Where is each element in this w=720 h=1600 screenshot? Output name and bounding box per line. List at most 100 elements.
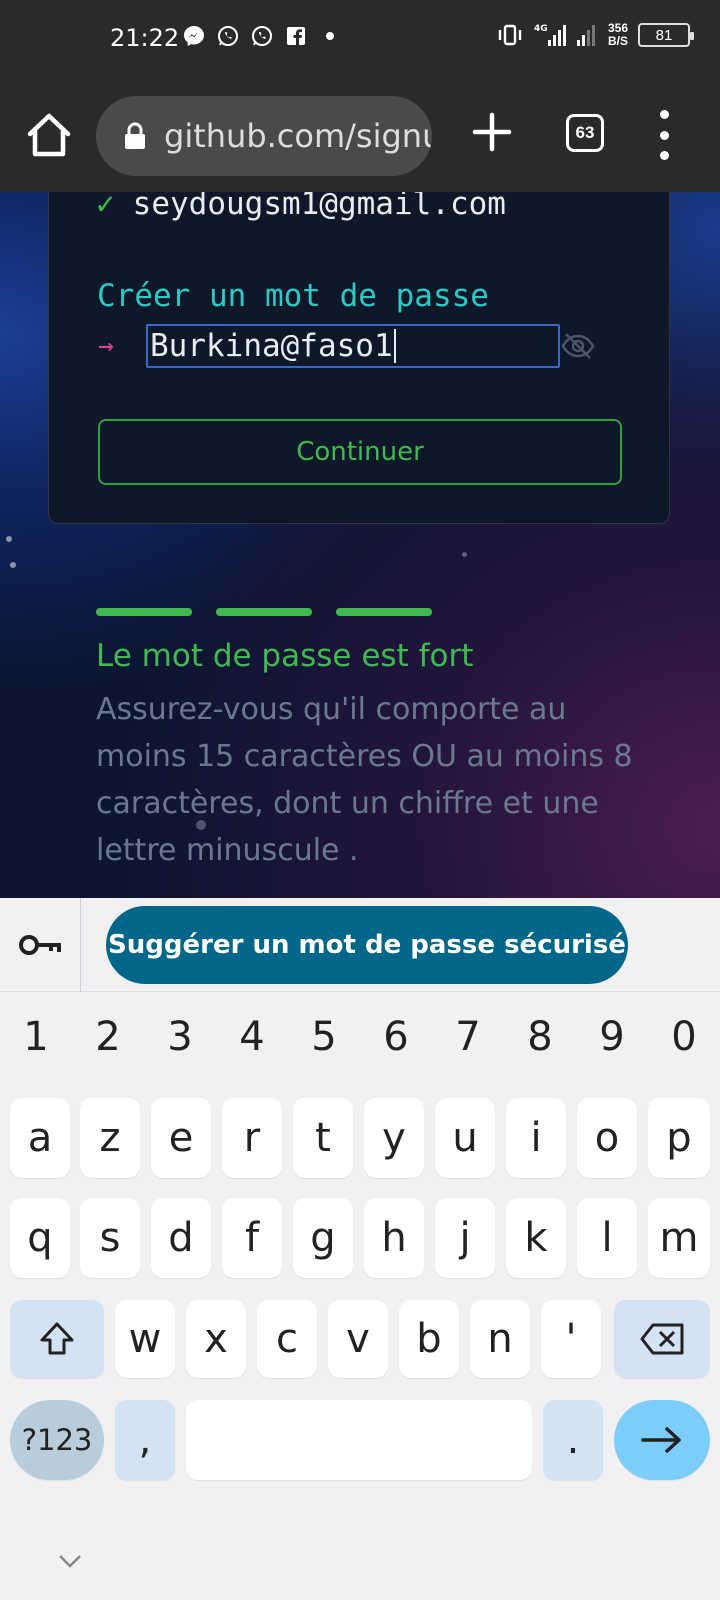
text-caret (393, 329, 396, 363)
email-confirmed: ✓ seydougsm1@gmail.com (96, 192, 506, 222)
key-c[interactable]: c (257, 1300, 317, 1378)
key-v[interactable]: v (328, 1300, 388, 1378)
background-star (6, 536, 12, 542)
key-n[interactable]: n (470, 1300, 530, 1378)
browser-toolbar: github.com/signu 63 (0, 80, 720, 192)
key-e[interactable]: e (151, 1098, 211, 1178)
speed-unit: B/S (607, 34, 628, 48)
strength-bar (216, 608, 312, 616)
key-7[interactable]: 7 (432, 992, 504, 1082)
key-y[interactable]: y (364, 1098, 424, 1178)
key-s[interactable]: s (80, 1198, 140, 1278)
key-t[interactable]: t (293, 1098, 353, 1178)
more-vert-icon[interactable] (650, 110, 678, 160)
key-icon[interactable] (18, 928, 62, 962)
battery-indicator: 81 (638, 23, 694, 47)
key-u[interactable]: u (435, 1098, 495, 1178)
strength-bar (336, 608, 432, 616)
key-j[interactable]: j (435, 1198, 495, 1278)
signal-icon (576, 25, 595, 46)
backspace-key[interactable] (614, 1300, 710, 1378)
key-g[interactable]: g (293, 1198, 353, 1278)
password-label: Créer un mot de passe (97, 278, 489, 314)
key-k[interactable]: k (506, 1198, 566, 1278)
key-p[interactable]: p (648, 1098, 710, 1178)
key-b[interactable]: b (399, 1300, 459, 1378)
strength-title: Le mot de passe est fort (96, 638, 474, 674)
chevron-down-icon[interactable] (56, 1552, 84, 1570)
comma-key[interactable]: , (115, 1400, 175, 1480)
key-a[interactable]: a (10, 1098, 70, 1178)
status-bar: 21:22 4G 356 B/S 81 (0, 0, 720, 80)
whatsapp-business-icon (252, 26, 272, 46)
key-x[interactable]: x (186, 1300, 246, 1378)
vibrate-icon (498, 24, 522, 46)
on-screen-keyboard: 1 2 3 4 5 6 7 8 9 0 a z e r t y u i o p … (0, 992, 720, 1600)
shift-key[interactable] (10, 1300, 104, 1378)
symbols-key[interactable]: ?123 (10, 1400, 104, 1480)
tab-count: 63 (575, 123, 595, 142)
prompt-arrow: → (98, 331, 114, 361)
suggest-password-button[interactable]: Suggérer un mot de passe sécurisé (106, 906, 628, 984)
key-9[interactable]: 9 (576, 992, 648, 1082)
key-5[interactable]: 5 (288, 992, 360, 1082)
password-value: Burkina@faso1 (150, 328, 393, 364)
password-input[interactable]: Burkina@faso1 (146, 324, 560, 368)
number-row: 1 2 3 4 5 6 7 8 9 0 (0, 992, 720, 1082)
key-6[interactable]: 6 (360, 992, 432, 1082)
key-w[interactable]: w (115, 1300, 175, 1378)
check-icon: ✓ (96, 192, 115, 222)
period-key[interactable]: . (543, 1400, 603, 1480)
system-indicators: 4G 356 B/S 81 (496, 22, 694, 48)
background-star (462, 552, 467, 557)
divider (80, 898, 81, 992)
space-key[interactable] (186, 1400, 532, 1480)
clock: 21:22 (110, 24, 180, 52)
key-1[interactable]: 1 (0, 992, 72, 1082)
network-speed: 356 B/S (608, 22, 628, 48)
key-8[interactable]: 8 (504, 992, 576, 1082)
background-star (10, 562, 16, 568)
key-3[interactable]: 3 (144, 992, 216, 1082)
shift-icon (40, 1322, 74, 1355)
eye-off-icon[interactable] (560, 328, 596, 364)
autofill-suggestion-bar: Suggérer un mot de passe sécurisé (0, 898, 720, 992)
key-apostrophe[interactable]: ' (541, 1300, 601, 1378)
key-i[interactable]: i (506, 1098, 566, 1178)
key-q[interactable]: q (10, 1198, 70, 1278)
email-value: seydougsm1@gmail.com (132, 192, 506, 222)
home-icon[interactable] (24, 110, 74, 160)
strength-help-text: Assurez-vous qu'il comporte au moins 15 … (96, 692, 633, 868)
signal-4g-icon: 4G (534, 24, 566, 46)
url-text[interactable]: github.com/signu (164, 117, 432, 155)
arrow-right-icon (641, 1427, 681, 1453)
facebook-icon (287, 27, 305, 45)
network-label: 4G (534, 24, 548, 34)
continue-button[interactable]: Continuer (98, 419, 622, 485)
address-bar[interactable]: github.com/signu (96, 96, 432, 176)
new-tab-icon[interactable] (472, 112, 512, 152)
backspace-icon (640, 1323, 684, 1355)
key-r[interactable]: r (222, 1098, 282, 1178)
password-strength-meter (96, 608, 432, 616)
key-m[interactable]: m (648, 1198, 710, 1278)
key-f[interactable]: f (222, 1198, 282, 1278)
dot-icon (326, 32, 334, 40)
strength-bar (96, 608, 192, 616)
lock-icon[interactable] (124, 122, 146, 150)
key-z[interactable]: z (80, 1098, 140, 1178)
key-0[interactable]: 0 (648, 992, 720, 1082)
key-h[interactable]: h (364, 1198, 424, 1278)
key-2[interactable]: 2 (72, 992, 144, 1082)
key-o[interactable]: o (577, 1098, 637, 1178)
whatsapp-icon (218, 26, 238, 46)
key-d[interactable]: d (151, 1198, 211, 1278)
enter-key[interactable] (614, 1400, 710, 1480)
battery-level: 81 (655, 26, 673, 44)
webpage-content: ✓ seydougsm1@gmail.com Créer un mot de p… (0, 192, 720, 898)
tab-switcher-button[interactable]: 63 (566, 114, 604, 152)
key-4[interactable]: 4 (216, 992, 288, 1082)
messenger-icon (184, 26, 204, 46)
key-l[interactable]: l (577, 1198, 637, 1278)
password-row: → Burkina@faso1 (98, 324, 596, 368)
